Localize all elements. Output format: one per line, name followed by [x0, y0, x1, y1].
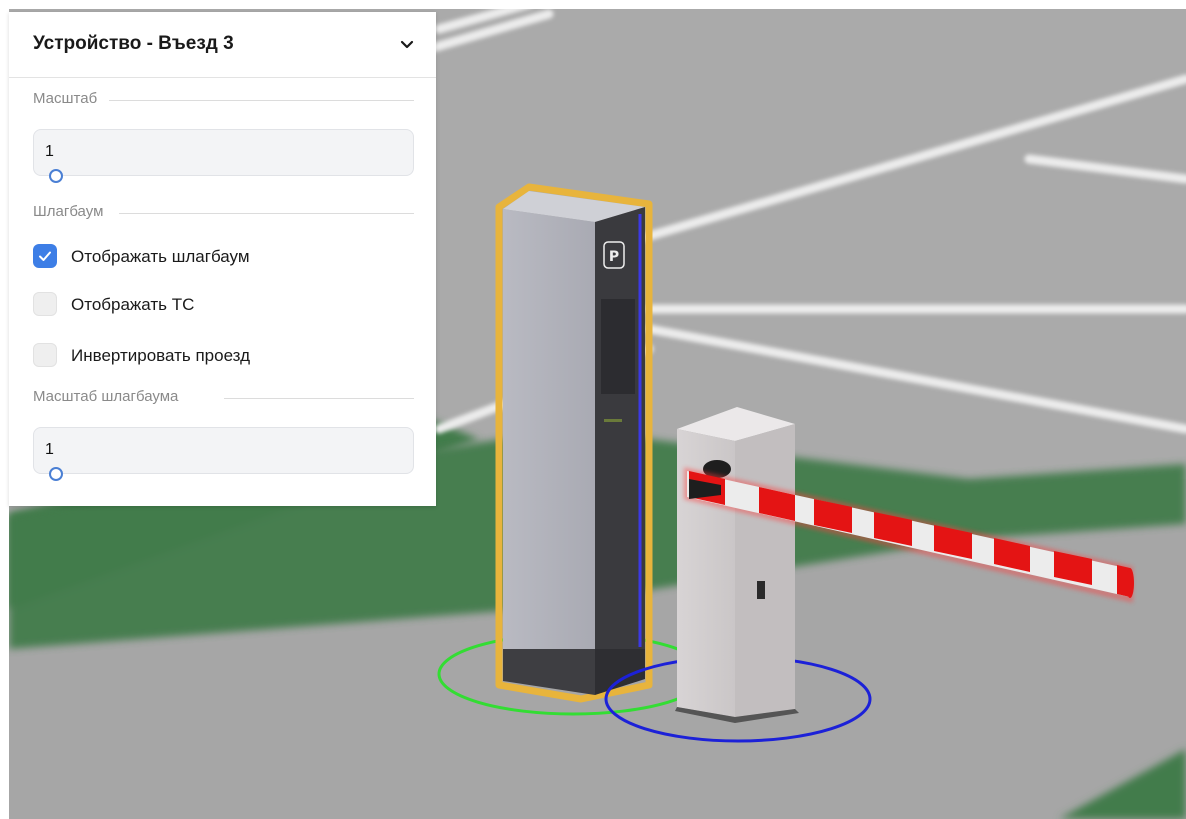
- invert-direction-option[interactable]: Инвертировать проезд: [33, 342, 323, 370]
- show-vehicle-option[interactable]: Отображать ТС: [33, 291, 253, 319]
- section-divider: [119, 213, 414, 214]
- show-vehicle-label: Отображать ТС: [71, 295, 195, 314]
- barrier-scale-section-label: Масштаб шлагбаума: [33, 388, 189, 405]
- barrier-scale-value: 1: [45, 441, 54, 458]
- invert-direction-label: Инвертировать проезд: [71, 346, 250, 365]
- section-divider: [109, 100, 414, 101]
- device-settings-panel: Устройство - Въезд 3 Масштаб 1 Шлагбаум …: [9, 12, 436, 506]
- scale-input[interactable]: 1: [33, 129, 414, 176]
- terminal-sign: P: [609, 249, 619, 265]
- section-divider: [224, 398, 414, 399]
- collapse-button[interactable]: [392, 30, 422, 60]
- barrier-scale-slider-thumb[interactable]: [49, 467, 63, 481]
- scale-value: 1: [45, 143, 54, 160]
- show-vehicle-checkbox[interactable]: [33, 292, 57, 316]
- check-icon: [39, 251, 51, 261]
- payment-terminal[interactable]: [495, 183, 653, 703]
- invert-direction-checkbox[interactable]: [33, 343, 57, 367]
- scale-section-label: Масштаб: [33, 90, 108, 107]
- panel-header: Устройство - Въезд 3: [9, 12, 436, 78]
- show-barrier-option[interactable]: Отображать шлагбаум: [33, 243, 323, 271]
- barrier-cabinet[interactable]: [675, 407, 799, 723]
- show-barrier-label: Отображать шлагбаум: [71, 247, 250, 266]
- show-barrier-checkbox[interactable]: [33, 244, 57, 268]
- panel-title: Устройство - Въезд 3: [33, 33, 234, 54]
- chevron-down-icon: [400, 40, 414, 49]
- scale-slider-thumb[interactable]: [49, 169, 63, 183]
- barrier-scale-input[interactable]: 1: [33, 427, 414, 474]
- barrier-section-label: Шлагбаум: [33, 203, 114, 220]
